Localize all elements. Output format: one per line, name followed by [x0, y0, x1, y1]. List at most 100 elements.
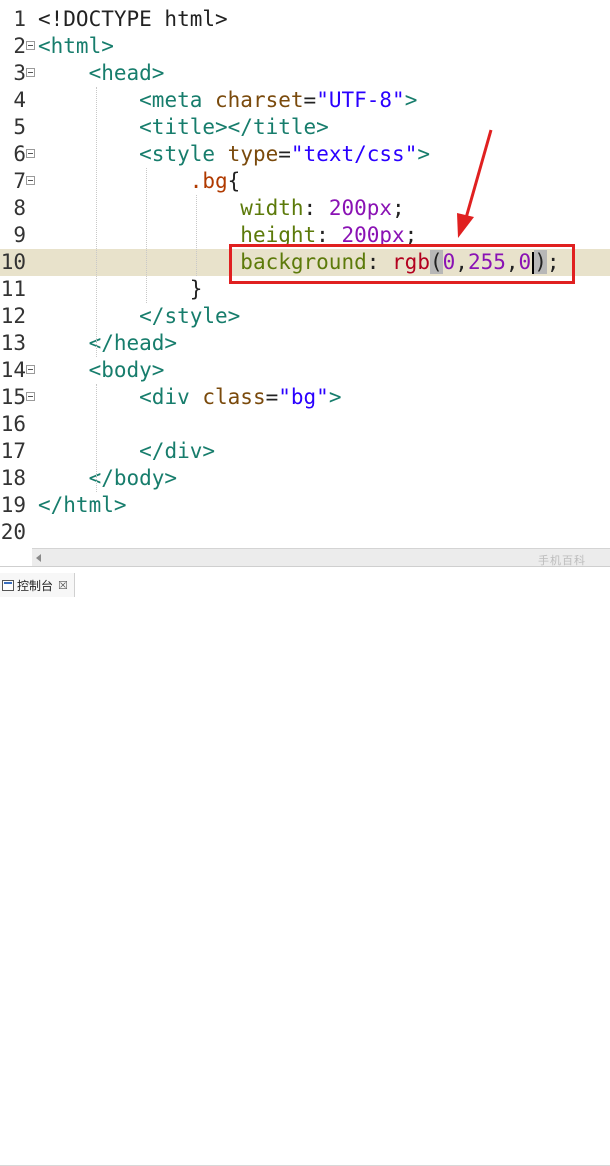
- code-token: "UTF-8": [316, 88, 405, 112]
- code-line[interactable]: 16: [0, 411, 610, 438]
- console-tab-label: 控制台: [17, 578, 54, 593]
- fold-toggle-icon[interactable]: [26, 68, 35, 77]
- code-token: <!DOCTYPE html>: [38, 7, 228, 31]
- code-token: <head>: [88, 61, 165, 85]
- line-number: 18: [0, 466, 26, 490]
- code-text: </head>: [38, 330, 178, 357]
- line-number: 3: [13, 61, 26, 85]
- code-text: <body>: [38, 357, 165, 384]
- code-line[interactable]: 2 <html>: [0, 33, 610, 60]
- code-token: </html>: [38, 493, 127, 517]
- fold-toggle-icon[interactable]: [26, 392, 35, 401]
- line-number: 19: [0, 493, 26, 517]
- line-number: 11: [0, 277, 26, 301]
- line-number: 7: [13, 169, 26, 193]
- code-token: =: [265, 385, 279, 409]
- code-token: </style>: [139, 304, 241, 328]
- code-line[interactable]: 19 </html>: [0, 492, 610, 519]
- code-line[interactable]: 17 </div>: [0, 438, 610, 465]
- code-token: <meta: [139, 88, 216, 112]
- code-line[interactable]: 15 <div class="bg">: [0, 384, 610, 411]
- bottom-panel: 控制台 ☒: [0, 566, 610, 1166]
- code-token: >: [404, 88, 418, 112]
- line-number: 5: [13, 115, 26, 139]
- code-line[interactable]: 5 <title></title>: [0, 114, 610, 141]
- code-text: </body>: [38, 465, 178, 492]
- fold-toggle-icon[interactable]: [26, 365, 35, 374]
- indent-guide: [96, 87, 97, 357]
- code-line[interactable]: 20: [0, 519, 610, 546]
- code-text: <div class="bg">: [38, 384, 341, 411]
- fold-toggle-icon[interactable]: [26, 176, 35, 185]
- indent-guide: [146, 168, 147, 303]
- code-text: <meta charset="UTF-8">: [38, 87, 417, 114]
- close-icon[interactable]: ☒: [58, 579, 68, 592]
- line-number: 2: [13, 34, 26, 58]
- code-line[interactable]: 6 <style type="text/css">: [0, 141, 610, 168]
- line-number: 15: [0, 385, 26, 409]
- code-text: <!DOCTYPE html>: [38, 6, 228, 33]
- code-text: </html>: [38, 492, 127, 519]
- code-token: }: [189, 277, 203, 301]
- code-line[interactable]: 8 width: 200px;: [0, 195, 610, 222]
- line-number: 17: [0, 439, 26, 463]
- code-token: <body>: [88, 358, 165, 382]
- line-number: 14: [0, 358, 26, 382]
- code-line[interactable]: 3 <head>: [0, 60, 610, 87]
- code-line[interactable]: 4 <meta charset="UTF-8">: [0, 87, 610, 114]
- code-text: }: [38, 276, 203, 303]
- code-line[interactable]: 18 </body>: [0, 465, 610, 492]
- line-number: 6: [13, 142, 26, 166]
- code-line[interactable]: 1 <!DOCTYPE html>: [0, 6, 610, 33]
- line-number: 8: [13, 196, 26, 220]
- tab-console[interactable]: 控制台 ☒: [0, 573, 75, 597]
- fold-toggle-icon[interactable]: [26, 149, 35, 158]
- code-text: width: 200px;: [38, 195, 404, 222]
- code-token: <title></title>: [139, 115, 329, 139]
- fold-toggle-icon[interactable]: [26, 41, 35, 50]
- code-token: .bg: [189, 169, 228, 193]
- code-token: =: [278, 142, 291, 166]
- code-text: <html>: [38, 33, 114, 60]
- code-token: "text/css": [290, 142, 418, 166]
- line-number: 9: [13, 223, 26, 247]
- scroll-left-icon[interactable]: [36, 554, 41, 562]
- code-line[interactable]: 13 </head>: [0, 330, 610, 357]
- code-token: <style: [139, 142, 228, 166]
- code-token: "bg": [278, 385, 329, 409]
- console-icon: [2, 579, 14, 591]
- code-text: </style>: [38, 303, 240, 330]
- code-text: </div>: [38, 438, 215, 465]
- code-line[interactable]: 14 <body>: [0, 357, 610, 384]
- line-number: 12: [0, 304, 26, 328]
- line-number: 16: [0, 412, 26, 436]
- code-token: :: [303, 196, 329, 220]
- code-token: type: [227, 142, 279, 166]
- code-token: </head>: [88, 331, 178, 355]
- code-text: <title></title>: [38, 114, 329, 141]
- indent-guide: [196, 195, 197, 276]
- code-line[interactable]: 7 .bg{: [0, 168, 610, 195]
- code-token: =: [303, 88, 317, 112]
- code-line[interactable]: 12 </style>: [0, 303, 610, 330]
- code-token: <div: [139, 385, 203, 409]
- horizontal-scrollbar[interactable]: [32, 548, 610, 567]
- code-token: >: [417, 142, 430, 166]
- code-token: </div>: [139, 439, 216, 463]
- line-number: 20: [0, 520, 26, 544]
- code-token: {: [227, 169, 241, 193]
- code-token: </body>: [88, 466, 178, 490]
